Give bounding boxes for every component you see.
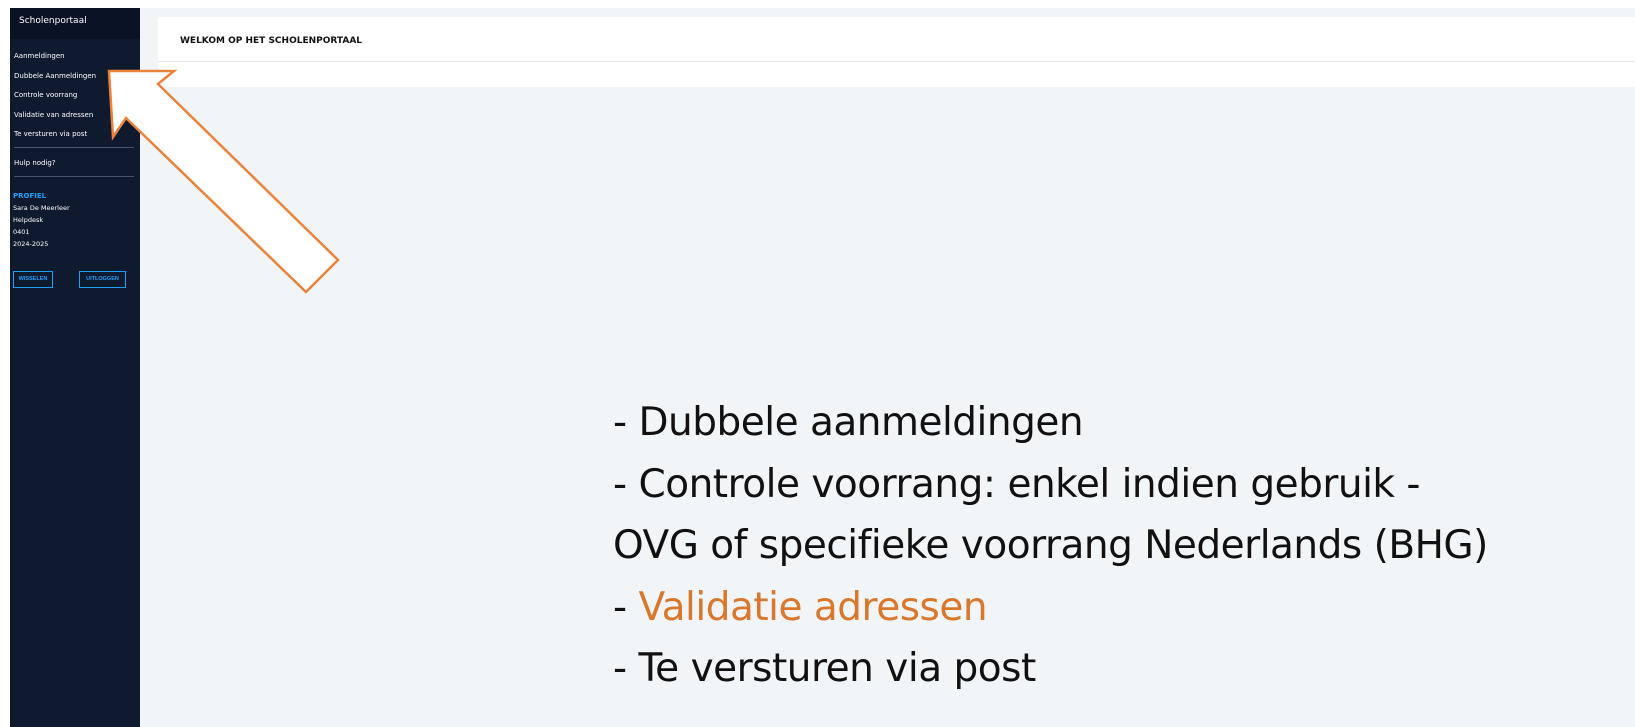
- note-prefix: -: [613, 400, 639, 445]
- page-title: WELKOM OP HET SCHOLENPORTAAL: [180, 36, 363, 46]
- note-line: OVG of specifieke voorrang Nederlands (B…: [613, 515, 1623, 577]
- sidebar-nav: Aanmeldingen Dubbele Aanmeldingen Contro…: [10, 39, 140, 145]
- note-text: OVG of specifieke voorrang Nederlands (B…: [613, 523, 1488, 568]
- sidebar-item-validatie-adressen[interactable]: Validatie van adressen: [10, 106, 140, 126]
- sidebar-item-aanmeldingen[interactable]: Aanmeldingen: [10, 47, 140, 67]
- arrow-shape: [107, 69, 340, 294]
- note-text-highlight: Validatie adressen: [638, 584, 988, 630]
- sidebar-divider: [14, 146, 134, 148]
- sidebar-title: Scholenportaal: [10, 8, 140, 39]
- profile-name: Sara De Meerleer: [13, 203, 70, 212]
- content-header: WELKOM OP HET SCHOLENPORTAAL: [158, 17, 1635, 87]
- note-line: - Controle voorrang: enkel indien gebrui…: [613, 454, 1623, 516]
- profile-title: PROFIEL: [13, 191, 47, 200]
- logout-button[interactable]: UITLOGGEN: [79, 271, 126, 288]
- note-prefix: -: [613, 646, 639, 691]
- header-divider: [158, 61, 1635, 62]
- profile-role: Helpdesk: [13, 215, 44, 224]
- profile-buttons: WISSELEN UITLOGGEN: [13, 271, 133, 288]
- note-line: - Validatie adressen: [613, 577, 1623, 639]
- sidebar-item-te-versturen-via-post[interactable]: Te versturen via post: [10, 125, 140, 145]
- sidebar: Scholenportaal Aanmeldingen Dubbele Aanm…: [10, 8, 140, 727]
- app-frame: Scholenportaal Aanmeldingen Dubbele Aanm…: [10, 8, 1635, 727]
- sidebar-item-dubbele-aanmeldingen[interactable]: Dubbele Aanmeldingen: [10, 67, 140, 87]
- sidebar-item-controle-voorrang[interactable]: Controle voorrang: [10, 86, 140, 106]
- sidebar-divider: [14, 175, 134, 177]
- profile-code: 0401: [13, 227, 30, 236]
- annotation-notes: - Dubbele aanmeldingen - Controle voorra…: [613, 392, 1623, 700]
- note-text: Te versturen via post: [638, 646, 1036, 691]
- note-text: Dubbele aanmeldingen: [638, 400, 1084, 445]
- switch-button[interactable]: WISSELEN: [13, 271, 53, 288]
- note-line: - Te versturen via post: [613, 638, 1623, 700]
- profile-section: PROFIEL Sara De Meerleer Helpdesk 0401 2…: [10, 181, 140, 250]
- note-prefix: -: [613, 584, 639, 630]
- profile-school-year: 2024-2025: [13, 239, 49, 248]
- note-prefix: -: [613, 461, 639, 507]
- help-link[interactable]: Hulp nodig?: [10, 152, 140, 174]
- note-line: - Dubbele aanmeldingen: [613, 392, 1623, 454]
- note-text: Controle voorrang: enkel indien gebruik …: [638, 461, 1420, 507]
